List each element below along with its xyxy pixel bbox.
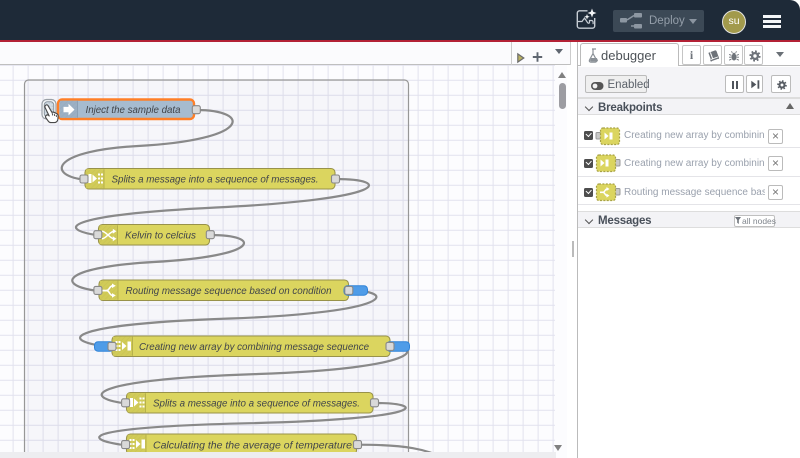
svg-text:Splits a message into a sequen: Splits a message into a sequence of mess… <box>112 175 319 186</box>
svg-text:Inject the sample data: Inject the sample data <box>86 105 181 116</box>
svg-text:Routing message sequence based: Routing message sequence based on condit… <box>126 286 332 297</box>
svg-text:Calculating the the average of: Calculating the the average of temperatu… <box>153 441 352 452</box>
svg-text:Creating new array by combinin: Creating new array by combining message … <box>139 342 369 353</box>
svg-text:Splits a message into a sequen: Splits a message into a sequence of mess… <box>153 399 360 410</box>
svg-text:Kelvin to celcius: Kelvin to celcius <box>125 231 196 242</box>
